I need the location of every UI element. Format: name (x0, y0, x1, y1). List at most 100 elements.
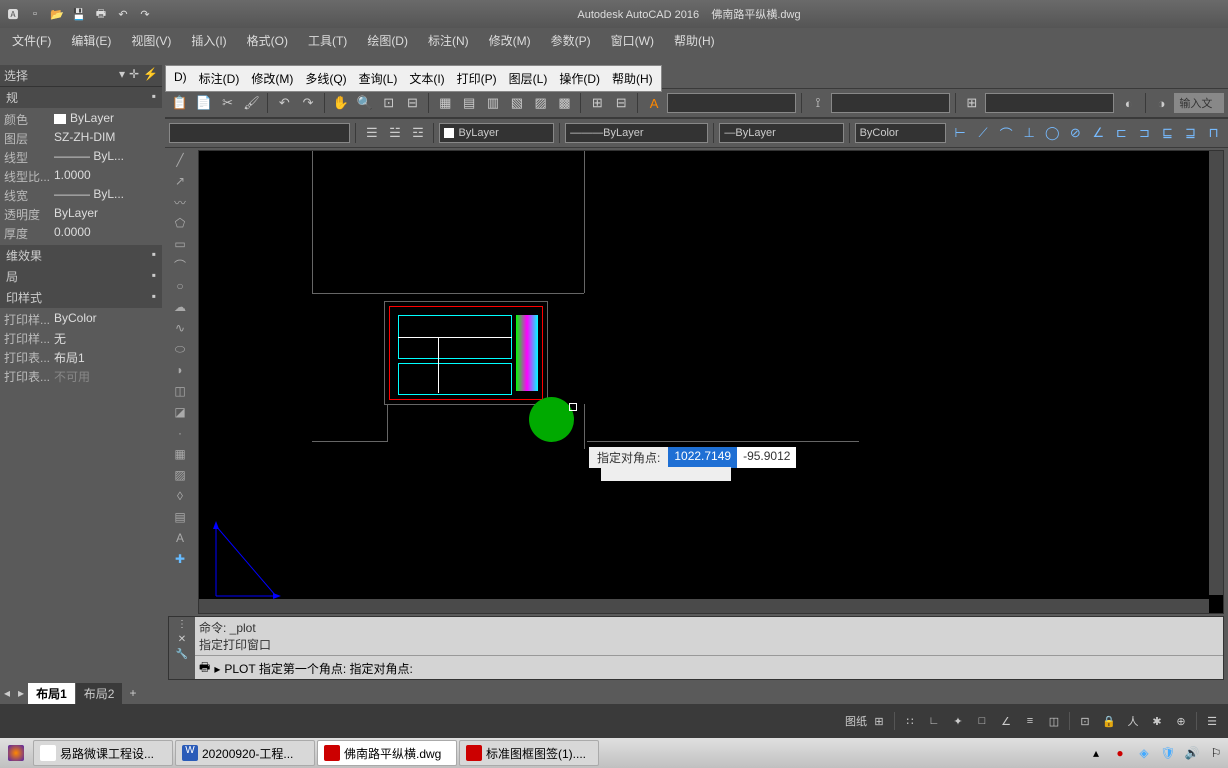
linetype-dropdown[interactable]: ——— ByLayer (565, 123, 708, 143)
layer-state-icon[interactable]: ☱ (384, 122, 405, 144)
props-icon[interactable]: ▦ (434, 92, 456, 114)
cmd-wrench-icon[interactable]: 🔧 (169, 647, 195, 662)
layer-mgr-icon[interactable]: ☰ (361, 122, 382, 144)
tab-prev-icon[interactable]: ◂ (0, 686, 14, 700)
task-acad1[interactable]: 佛南路平纵横.dwg (317, 740, 457, 766)
submenu-help[interactable]: 帮助(H) (606, 68, 659, 89)
zoom-win-icon[interactable]: ⊡ (378, 92, 400, 114)
color-dropdown[interactable]: ByLayer (439, 123, 554, 143)
tab-layout2[interactable]: 布局2 (76, 683, 123, 704)
menu-file[interactable]: 文件(F) (2, 30, 61, 51)
cmd-handle-icon[interactable]: ⋮ (169, 617, 195, 632)
dim-space-icon[interactable]: ⊑ (1157, 122, 1178, 144)
lw-icon[interactable]: ≡ (1018, 710, 1042, 732)
custom-icon[interactable]: ☰ (1200, 710, 1224, 732)
dim-ang-icon[interactable]: ∠ (1088, 122, 1109, 144)
tray-s4-icon[interactable]: 🔊 (1180, 742, 1204, 764)
submenu-dim[interactable]: 标注(D) (193, 68, 246, 89)
pline-icon[interactable]: 〰 (169, 192, 191, 212)
tray-s2-icon[interactable]: ◈ (1132, 742, 1156, 764)
makeblock-icon[interactable]: ◪ (169, 402, 191, 422)
ray-icon[interactable]: ↗ (169, 171, 191, 191)
polar-icon[interactable]: ✦ (946, 710, 970, 732)
expand-icon[interactable]: ▪ (152, 247, 156, 264)
block-icon[interactable]: ◫ (169, 381, 191, 401)
prop-thickness[interactable]: 厚度0.0000 (0, 224, 162, 243)
submenu-layer[interactable]: 图层(L) (503, 68, 554, 89)
osnap-icon[interactable]: □ (970, 710, 994, 732)
menu-insert[interactable]: 插入(I) (181, 30, 236, 51)
rect-icon[interactable]: ▭ (169, 234, 191, 254)
tbl-style-dropdown[interactable] (985, 93, 1114, 113)
ws-icon[interactable]: ⊕ (1169, 710, 1193, 732)
pan-icon[interactable]: ✋ (330, 92, 352, 114)
prop-color[interactable]: 颜色ByLayer (0, 110, 162, 129)
tray-up-icon[interactable]: ▴ (1084, 742, 1108, 764)
new-icon[interactable]: ▫ (26, 5, 44, 23)
prop-plottbl[interactable]: 打印表...布局1 (0, 348, 162, 367)
ssm-icon[interactable]: ▧ (506, 92, 528, 114)
dim-dia-icon[interactable]: ⊘ (1065, 122, 1086, 144)
quick-icon[interactable]: ⚡ (143, 67, 158, 84)
submenu-query[interactable]: 查询(L) (353, 68, 404, 89)
match-icon[interactable]: 🖌 (241, 92, 263, 114)
menu-window[interactable]: 窗口(W) (601, 30, 664, 51)
prop-linetype[interactable]: 线型——— ByL... (0, 148, 162, 167)
dyn-y-input[interactable]: -95.9012 (737, 447, 796, 468)
collapse-icon[interactable]: ▪ (152, 289, 156, 306)
undo2-icon[interactable]: ↶ (273, 92, 295, 114)
ellipsearc-icon[interactable]: ◗ (169, 360, 191, 380)
plotcolor-dropdown[interactable]: ByColor (855, 123, 946, 143)
ellipse-icon[interactable]: ⬭ (169, 339, 191, 359)
dim-arc-icon[interactable]: ⌒ (996, 122, 1017, 144)
firefox-icon[interactable] (0, 738, 32, 768)
add-icon[interactable]: ✚ (169, 549, 191, 569)
prop-layer[interactable]: 图层SZ-ZH-DIM (0, 129, 162, 148)
dc-icon[interactable]: ▤ (458, 92, 480, 114)
spline-icon[interactable]: ∿ (169, 318, 191, 338)
tool2-icon[interactable]: ◑ (1151, 92, 1173, 114)
polygon-icon[interactable]: ⬠ (169, 213, 191, 233)
horizontal-scrollbar[interactable] (199, 599, 1209, 613)
tool1-icon[interactable]: ◐ (1118, 92, 1140, 114)
dim-tol-icon[interactable]: ⊓ (1203, 122, 1224, 144)
dim-cont-icon[interactable]: ⊐ (1134, 122, 1155, 144)
dim-base-icon[interactable]: ⊏ (1111, 122, 1132, 144)
dim-style-icon[interactable]: ⟟ (807, 92, 829, 114)
hatch-icon[interactable]: ▦ (169, 444, 191, 464)
redo2-icon[interactable]: ↷ (297, 92, 319, 114)
dim-rad-icon[interactable]: ◯ (1042, 122, 1063, 144)
zoom-prev-icon[interactable]: ⊟ (402, 92, 424, 114)
anno2-icon[interactable]: ✱ (1145, 710, 1169, 732)
menu-format[interactable]: 格式(O) (237, 30, 298, 51)
menu-tools[interactable]: 工具(T) (298, 30, 357, 51)
collapse-icon[interactable]: ▪ (152, 89, 156, 106)
tray-s5-icon[interactable]: ⚐ (1204, 742, 1228, 764)
circle-icon[interactable]: ○ (169, 276, 191, 296)
redo-icon[interactable]: ↷ (136, 5, 154, 23)
save-icon[interactable]: 💾 (70, 5, 88, 23)
layer-iso-icon[interactable]: ☲ (407, 122, 428, 144)
paste-icon[interactable]: 📄 (193, 92, 215, 114)
tray-s3-icon[interactable]: 🛡 (1156, 742, 1180, 764)
tp-icon[interactable]: ▥ (482, 92, 504, 114)
submenu-modify[interactable]: 修改(M) (245, 68, 299, 89)
section-general[interactable]: 规▪ (0, 87, 162, 108)
tbl2-icon[interactable]: ⊟ (610, 92, 632, 114)
menu-dim[interactable]: 标注(N) (418, 30, 479, 51)
gradient-icon[interactable]: ▨ (169, 465, 191, 485)
tab-next-icon[interactable]: ▸ (14, 686, 28, 700)
layer-dropdown[interactable] (169, 123, 350, 143)
submenu-op[interactable]: 操作(D) (553, 68, 606, 89)
prop-plottbl2[interactable]: 打印表...不可用 (0, 367, 162, 386)
zoom-icon[interactable]: 🔍 (354, 92, 376, 114)
snap-icon[interactable]: ∷ (898, 710, 922, 732)
point-icon[interactable]: · (169, 423, 191, 443)
submenu-text[interactable]: 文本(I) (403, 68, 450, 89)
filter-icon[interactable]: ▾ (119, 67, 125, 84)
prop-lineweight[interactable]: 线宽——— ByL... (0, 186, 162, 205)
task-word[interactable]: W20200920-工程... (175, 740, 315, 766)
menu-param[interactable]: 参数(P) (541, 30, 601, 51)
tbl-icon[interactable]: ⊞ (586, 92, 608, 114)
expand-icon[interactable]: ▪ (152, 268, 156, 285)
